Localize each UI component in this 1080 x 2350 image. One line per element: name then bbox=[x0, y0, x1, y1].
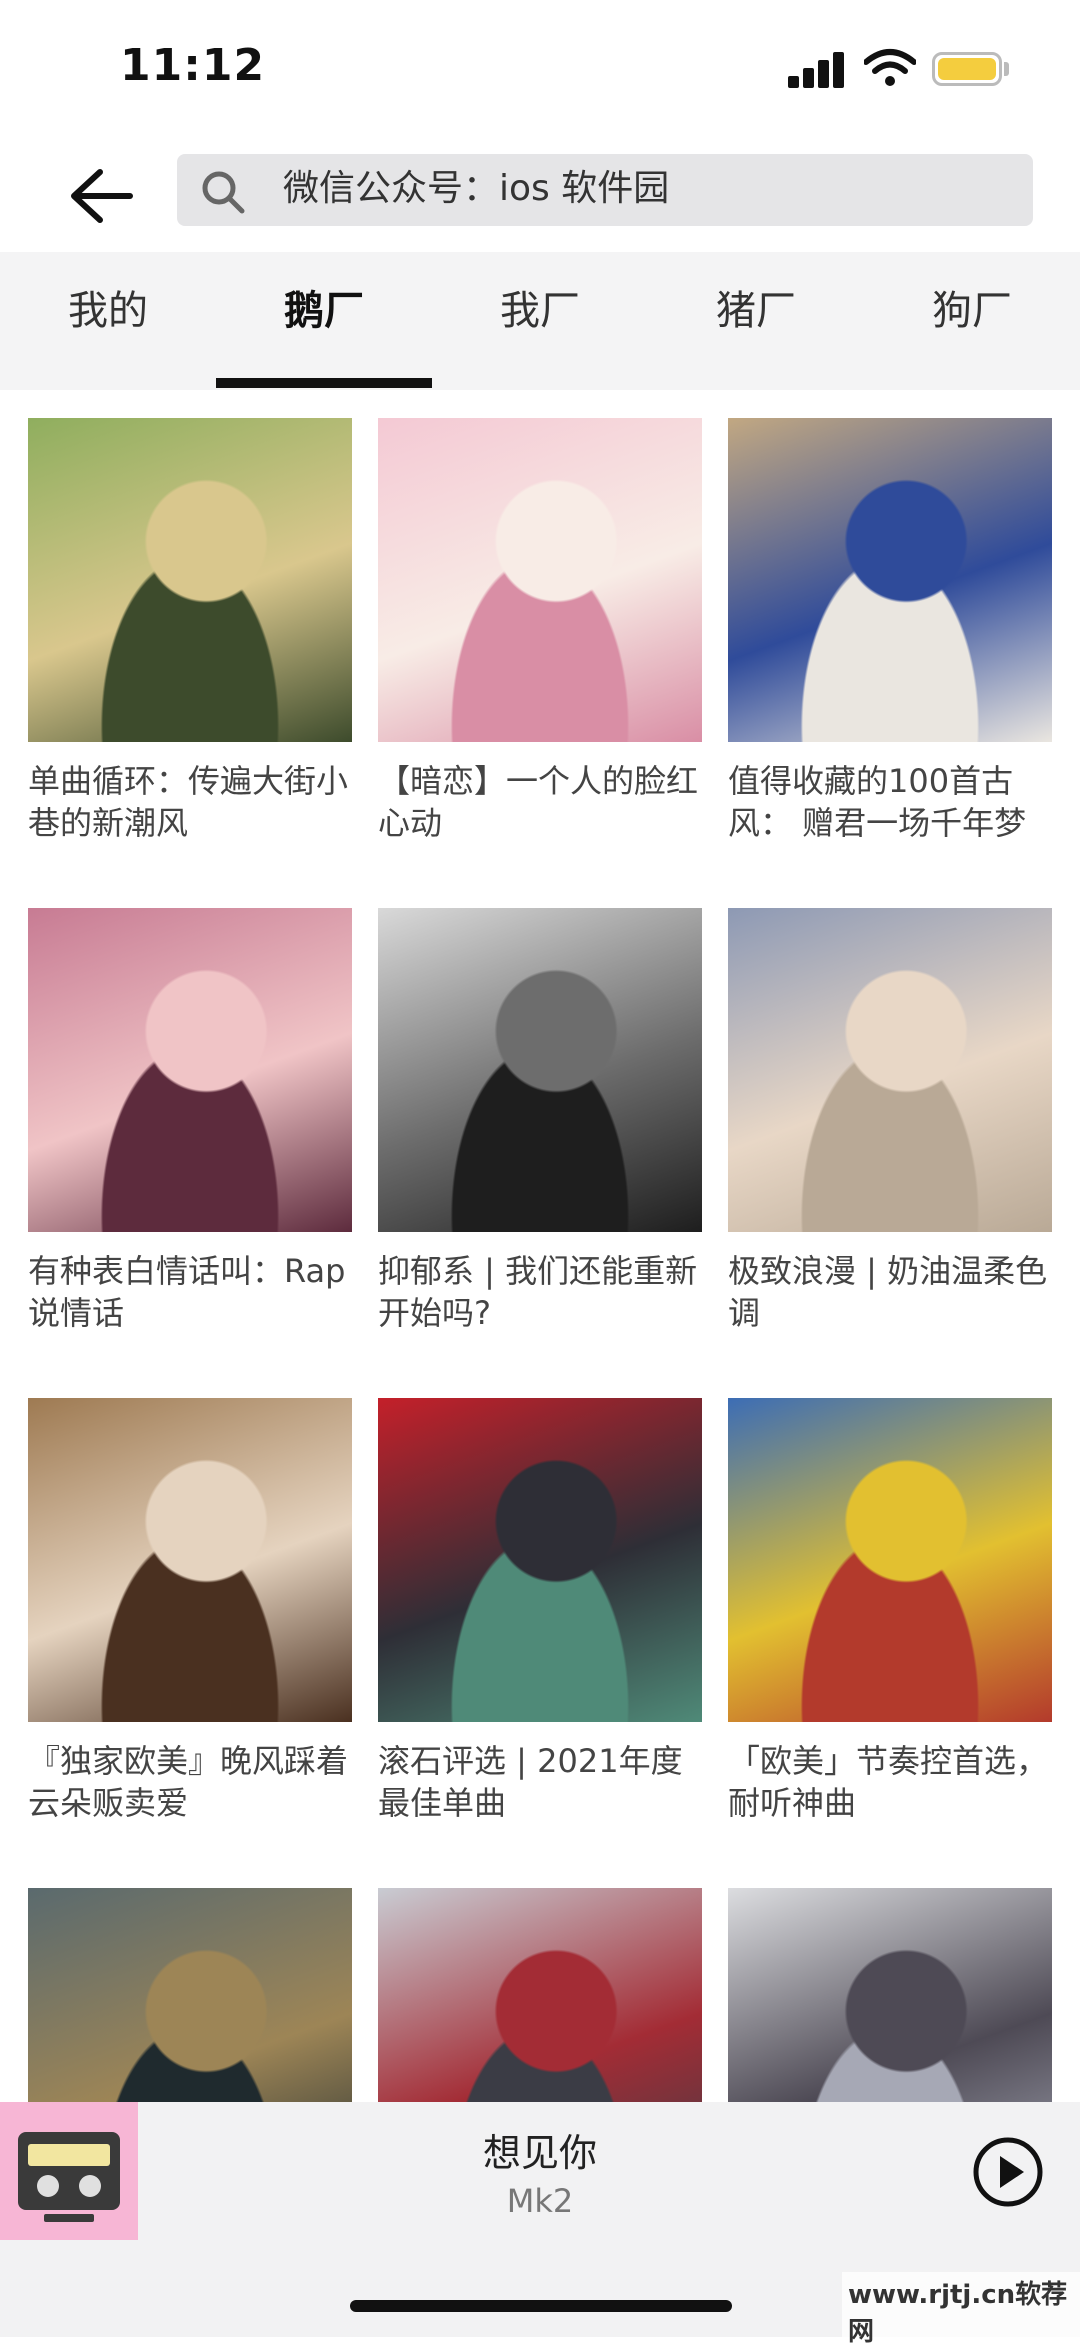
back-arrow-icon[interactable] bbox=[60, 162, 140, 230]
playlist-card[interactable]: 『独家欧美』晚风踩着云朵贩卖爱 bbox=[28, 1398, 352, 1824]
playlist-cover-image bbox=[378, 908, 702, 1232]
playlist-card[interactable] bbox=[28, 1888, 352, 2102]
playlist-cover-image bbox=[378, 1888, 702, 2102]
playlist-title: 『独家欧美』晚风踩着云朵贩卖爱 bbox=[28, 1742, 349, 1822]
playlist-title: 有种表白情话叫：Rap说情话 bbox=[28, 1252, 346, 1332]
playlist-title: 抑郁系 | 我们还能重新开始吗? bbox=[378, 1252, 698, 1332]
playlist-card[interactable]: 极致浪漫 | 奶油温柔色调 bbox=[728, 908, 1052, 1334]
status-time: 11:12 bbox=[120, 40, 266, 91]
tab-wo-chang[interactable]: 我厂 bbox=[432, 252, 648, 390]
playlist-card[interactable]: 「欧美」节奏控首选，耐听神曲 bbox=[728, 1398, 1052, 1824]
playlist-card[interactable] bbox=[728, 1888, 1052, 2102]
playlist-cover-image bbox=[728, 908, 1052, 1232]
tab-my[interactable]: 我的 bbox=[0, 252, 216, 390]
header: 微信公众号：ios 软件园 bbox=[0, 140, 1080, 252]
cellular-signal-icon bbox=[788, 52, 848, 88]
playlist-title: 单曲循环：传遍大街小巷的新潮风 bbox=[28, 762, 349, 842]
playlist-cover-image bbox=[28, 908, 352, 1232]
category-tabs: 我的 鹅厂 我厂 猪厂 狗厂 bbox=[0, 252, 1080, 390]
playlist-card[interactable]: 滚石评选 | 2021年度最佳单曲 bbox=[378, 1398, 702, 1824]
playlist-cover-image bbox=[378, 418, 702, 742]
playlist-card[interactable]: 【暗恋】一个人的脸红心动 bbox=[378, 418, 702, 844]
play-button-icon[interactable] bbox=[972, 2136, 1044, 2208]
playlist-cover-image bbox=[28, 1888, 352, 2102]
now-playing-title: 想见你 bbox=[482, 2131, 597, 2175]
playlist-cover-image bbox=[28, 418, 352, 742]
playlist-cover-image bbox=[378, 1398, 702, 1722]
playlist-cover-image bbox=[728, 1888, 1052, 2102]
search-input[interactable]: 微信公众号：ios 软件园 bbox=[177, 154, 1033, 226]
search-icon bbox=[202, 171, 245, 214]
playlist-title: 极致浪漫 | 奶油温柔色调 bbox=[728, 1252, 1048, 1332]
playlist-card[interactable]: 有种表白情话叫：Rap说情话 bbox=[28, 908, 352, 1334]
playlist-card[interactable]: 单曲循环：传遍大街小巷的新潮风 bbox=[28, 418, 352, 844]
playlist-card[interactable] bbox=[378, 1888, 702, 2102]
playlist-title: 「欧美」节奏控首选，耐听神曲 bbox=[728, 1742, 1049, 1822]
tab-zhu-chang[interactable]: 猪厂 bbox=[648, 252, 864, 390]
playlist-cover-image bbox=[28, 1398, 352, 1722]
playlist-card[interactable]: 值得收藏的100首古风： 赠君一场千年梦 bbox=[728, 418, 1052, 844]
playlist-card[interactable]: 抑郁系 | 我们还能重新开始吗? bbox=[378, 908, 702, 1334]
playlist-cover-image bbox=[728, 1398, 1052, 1722]
playlist-title: 【暗恋】一个人的脸红心动 bbox=[378, 762, 699, 842]
battery-tip bbox=[1004, 62, 1009, 76]
home-indicator bbox=[350, 2300, 732, 2312]
playlist-cover-image bbox=[728, 418, 1052, 742]
tab-gou-chang[interactable]: 狗厂 bbox=[864, 252, 1080, 390]
now-playing-artist: Mk2 bbox=[506, 2182, 574, 2220]
tab-e-chang[interactable]: 鹅厂 bbox=[216, 252, 432, 390]
playlist-grid: 单曲循环：传遍大街小巷的新潮风 【暗恋】一个人的脸红心动 值得收藏的100首古风… bbox=[0, 390, 1080, 2102]
playlist-title: 滚石评选 | 2021年度最佳单曲 bbox=[378, 1742, 683, 1822]
search-placeholder: 微信公众号：ios 软件园 bbox=[283, 168, 670, 209]
playlist-title: 值得收藏的100首古风： 赠君一场千年梦 bbox=[728, 762, 1027, 842]
battery-icon bbox=[932, 52, 1002, 86]
status-bar: 11:12 bbox=[0, 0, 1080, 140]
wifi-icon bbox=[864, 49, 916, 86]
watermark: www.rjtj.cn软荐网 bbox=[842, 2272, 1080, 2350]
active-tab-indicator bbox=[216, 378, 432, 388]
